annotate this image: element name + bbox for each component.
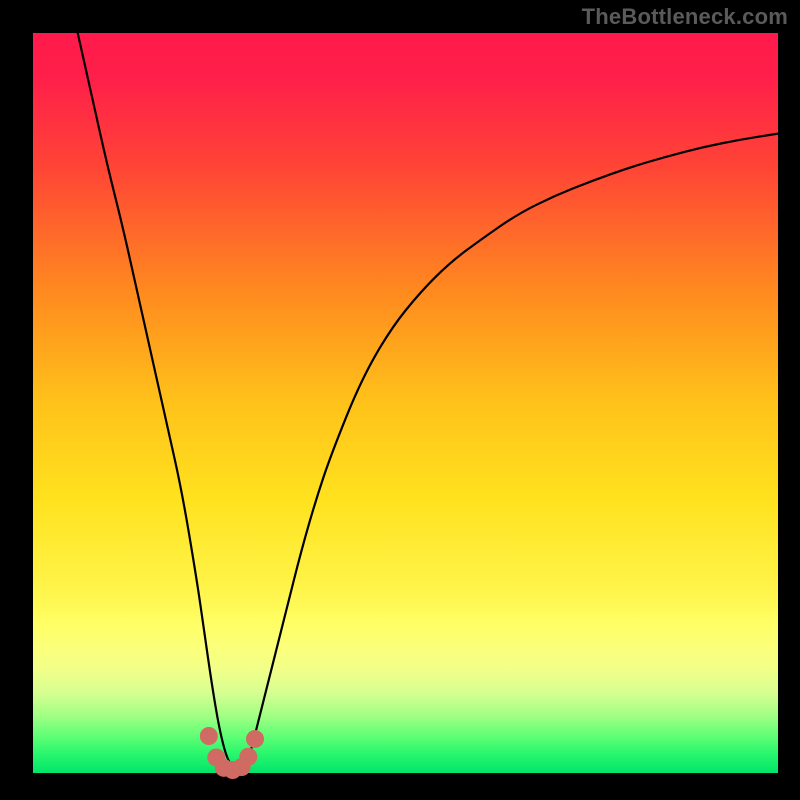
highlight-marker bbox=[200, 727, 218, 745]
chart-canvas bbox=[0, 0, 800, 800]
chart-stage: TheBottleneck.com bbox=[0, 0, 800, 800]
highlight-marker bbox=[246, 730, 264, 748]
plot-background bbox=[33, 33, 778, 773]
highlight-marker bbox=[239, 748, 257, 766]
